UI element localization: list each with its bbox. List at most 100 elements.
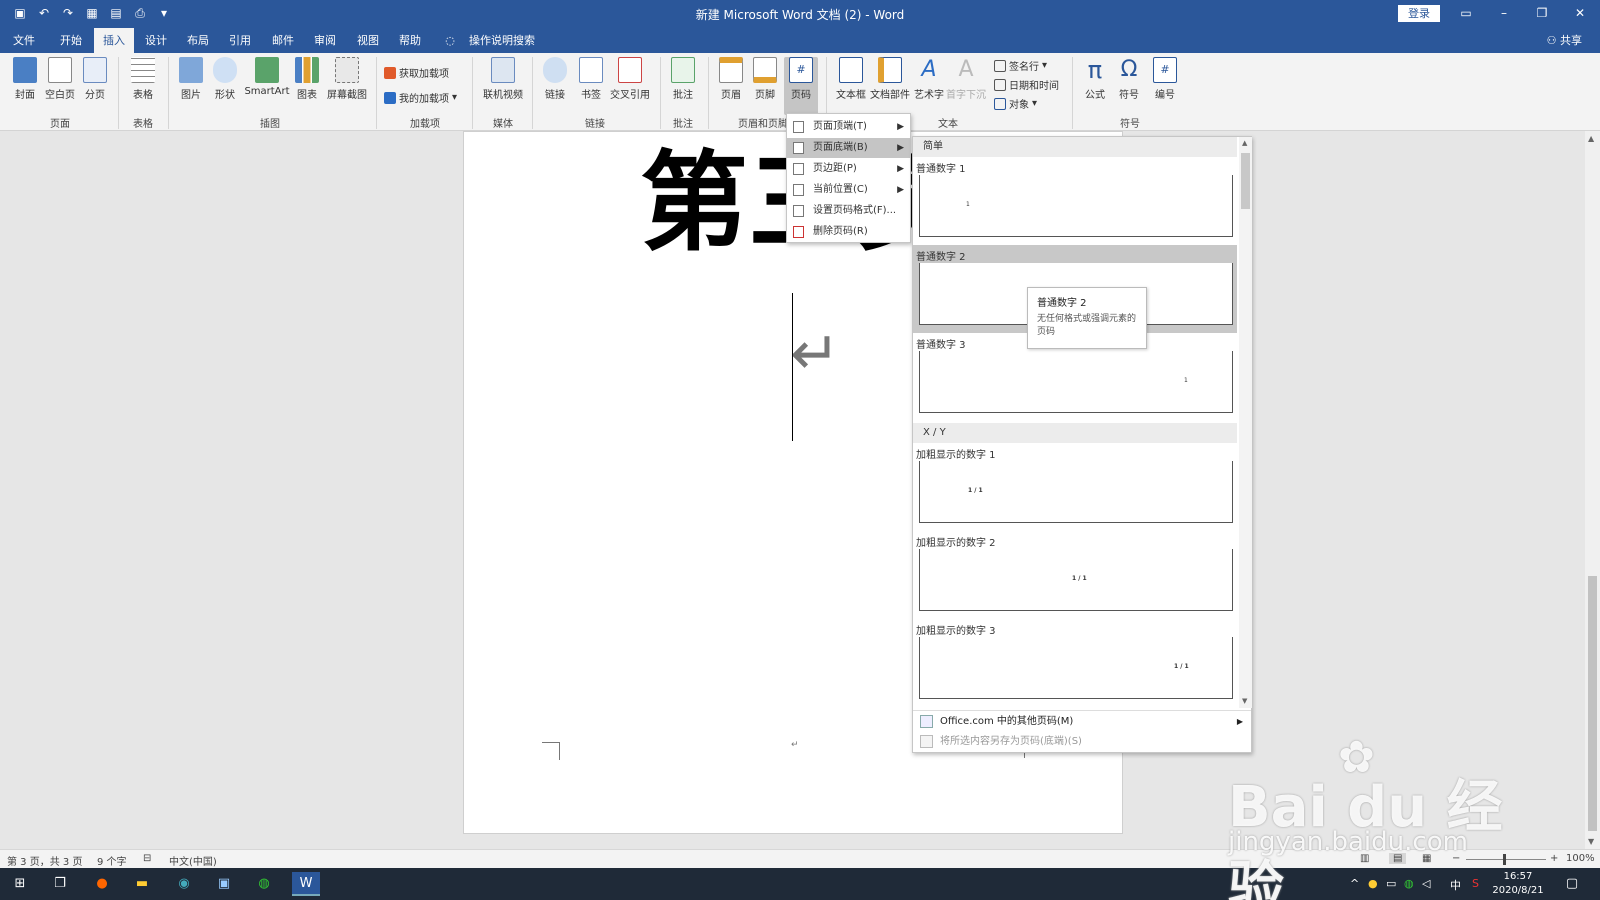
tab-file[interactable]: 文件	[8, 28, 40, 53]
zoom-in-icon[interactable]: +	[1550, 853, 1558, 864]
ribbon-display-icon[interactable]: ▭	[1456, 4, 1476, 22]
login-button[interactable]: 登录	[1398, 5, 1440, 22]
word-taskbar-icon[interactable]: W	[292, 872, 320, 896]
comment-button[interactable]: 批注	[668, 57, 698, 101]
page-count-status[interactable]: 第 3 页，共 3 页	[7, 853, 82, 868]
cross-reference-button[interactable]: 交叉引用	[608, 57, 652, 101]
table-button[interactable]: 表格	[126, 57, 160, 101]
language-status[interactable]: 中文(中国)	[169, 853, 217, 868]
gallery-item-bold-number-2[interactable]: 加粗显示的数字 2 1 / 1	[913, 531, 1237, 619]
page-break-icon	[83, 57, 107, 83]
get-addins-button[interactable]: 获取加载项	[384, 65, 449, 80]
tab-review[interactable]: 审阅	[309, 28, 341, 53]
footer-button[interactable]: 页脚	[750, 57, 780, 101]
smartart-button[interactable]: SmartArt	[244, 57, 290, 97]
blank-page-button[interactable]: 空白页	[42, 57, 78, 101]
cover-page-button[interactable]: 封面	[10, 57, 40, 101]
my-addins-button[interactable]: 我的加载项 ▾	[384, 90, 457, 105]
number-button[interactable]: # 编号	[1150, 57, 1180, 101]
tab-home[interactable]: 开始	[54, 28, 88, 53]
footer-corner-mark	[542, 742, 560, 760]
more-page-numbers-item[interactable]: Office.com 中的其他页码(M) ▶	[913, 710, 1251, 731]
datetime-button[interactable]: 日期和时间	[994, 77, 1059, 92]
save-selection-item[interactable]: 将所选内容另存为页码(底端)(S)	[913, 731, 1251, 752]
remove-page-numbers-icon	[793, 226, 804, 238]
cross-reference-icon	[618, 57, 642, 83]
tab-design[interactable]: 设计	[140, 28, 172, 53]
menu-item-top-of-page[interactable]: 页面顶端(T) ▶	[787, 117, 910, 137]
search-browser-icon[interactable]: ◉	[170, 872, 198, 896]
wordart-button[interactable]: A 艺术字	[914, 57, 944, 101]
gallery-item-bold-number-3[interactable]: 加粗显示的数字 3 1 / 1	[913, 619, 1237, 707]
textbox-button[interactable]: 文本框	[834, 57, 868, 101]
page-break-button[interactable]: 分页	[80, 57, 110, 101]
picture-icon	[179, 57, 203, 83]
save-selection-label: 将所选内容另存为页码(底端)(S)	[940, 736, 1082, 747]
menu-item-current-position[interactable]: 当前位置(C) ▶	[787, 180, 910, 200]
menu-item-bottom-of-page[interactable]: 页面底端(B) ▶	[787, 138, 910, 158]
equation-button[interactable]: π 公式	[1080, 57, 1110, 101]
wordart-icon: A	[921, 57, 937, 82]
vertical-scrollbar[interactable]: ▲ ▼	[1585, 131, 1600, 849]
tab-view[interactable]: 视图	[352, 28, 384, 53]
gallery-preview: 1 / 1	[919, 549, 1233, 611]
menu-item-page-margins[interactable]: 页边距(P) ▶	[787, 159, 910, 179]
gallery-item-bold-number-1[interactable]: 加粗显示的数字 1 1 / 1	[913, 443, 1237, 531]
window-app-icon[interactable]: ▣	[210, 872, 238, 896]
menu-item-remove-page-numbers[interactable]: 删除页码(R)	[787, 222, 910, 242]
tab-insert[interactable]: 插入	[94, 28, 134, 53]
online-video-button[interactable]: 联机视频	[480, 57, 526, 101]
tab-mailings[interactable]: 邮件	[267, 28, 299, 53]
drop-cap-button[interactable]: A 首字下沉	[946, 57, 986, 101]
menu-item-format-page-numbers[interactable]: 设置页码格式(F)...	[787, 201, 910, 221]
firefox-icon[interactable]: ●	[88, 872, 116, 896]
task-view-icon[interactable]: ❐	[46, 872, 74, 896]
scroll-up-icon[interactable]: ▲	[1588, 134, 1594, 143]
object-button[interactable]: 对象 ▾	[994, 96, 1037, 111]
tab-references[interactable]: 引用	[224, 28, 256, 53]
signature-line-button[interactable]: 签名行 ▾	[994, 58, 1047, 73]
link-button[interactable]: 链接	[540, 57, 570, 101]
restore-icon[interactable]: ❐	[1532, 4, 1552, 22]
minimize-icon[interactable]: –	[1494, 4, 1514, 22]
tab-layout[interactable]: 布局	[182, 28, 214, 53]
wechat-icon[interactable]: ◍	[250, 872, 278, 896]
screenshot-button[interactable]: 屏幕截图	[326, 57, 368, 101]
tell-me-search[interactable]: 操作说明搜索	[462, 28, 542, 53]
shapes-button[interactable]: 形状	[210, 57, 240, 101]
pictures-button[interactable]: 图片	[176, 57, 206, 101]
gallery-item-plain-number-1[interactable]: 普通数字 1 1	[913, 157, 1237, 245]
gallery-scrollbar[interactable]: ▲ ▼	[1239, 137, 1252, 708]
symbol-label: 符号	[1119, 90, 1139, 101]
windows-start-icon[interactable]: ⊞	[6, 872, 34, 896]
scroll-down-icon[interactable]: ▼	[1588, 837, 1594, 846]
quick-parts-label: 文档部件	[870, 90, 910, 101]
close-icon[interactable]: ✕	[1570, 4, 1590, 22]
tooltip-title: 普通数字 2	[1037, 298, 1087, 309]
proofing-icon[interactable]: ⊟	[143, 853, 151, 864]
page-number-button[interactable]: # 页码	[784, 57, 818, 115]
gallery-scroll-thumb[interactable]	[1241, 153, 1250, 209]
chart-button[interactable]: 图表	[292, 57, 322, 101]
header-label: 页眉	[721, 90, 741, 101]
share-button[interactable]: ⚇ 共享	[1547, 28, 1582, 53]
scroll-down-icon[interactable]: ▼	[1242, 697, 1247, 705]
cross-reference-label: 交叉引用	[610, 90, 650, 101]
file-explorer-icon[interactable]: ▬	[128, 872, 156, 896]
signature-icon	[994, 59, 1006, 72]
menu-item-label: 页面底端(B)	[813, 142, 868, 153]
shapes-icon	[213, 57, 237, 83]
notification-icon[interactable]: ▢	[1558, 872, 1586, 896]
baidu-watermark: ✿ Bai du 经验 jingyan.baidu.com	[1228, 732, 1528, 900]
scroll-up-icon[interactable]: ▲	[1242, 139, 1247, 147]
scroll-thumb[interactable]	[1588, 576, 1597, 831]
tab-help[interactable]: 帮助	[394, 28, 426, 53]
group-pages: 页面	[50, 119, 70, 130]
zoom-level[interactable]: 100%	[1566, 853, 1595, 864]
chevron-down-icon: ▾	[452, 92, 458, 103]
quick-parts-button[interactable]: 文档部件	[868, 57, 912, 101]
symbol-button[interactable]: Ω 符号	[1114, 57, 1144, 101]
bookmark-button[interactable]: 书签	[576, 57, 606, 101]
word-count-status[interactable]: 9 个字	[97, 853, 127, 868]
header-button[interactable]: 页眉	[716, 57, 746, 101]
